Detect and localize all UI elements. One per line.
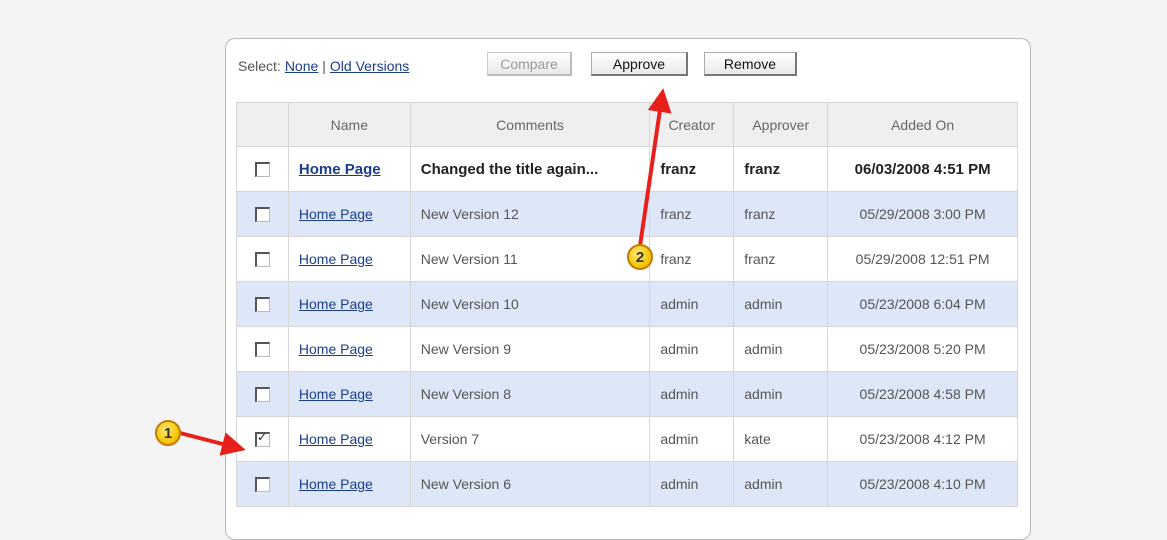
arrow-to-checkbox [179, 431, 246, 456]
step-2-marker: 2 [627, 244, 653, 270]
step-1-marker: 1 [155, 420, 181, 446]
arrow-to-approve-button [638, 88, 672, 247]
